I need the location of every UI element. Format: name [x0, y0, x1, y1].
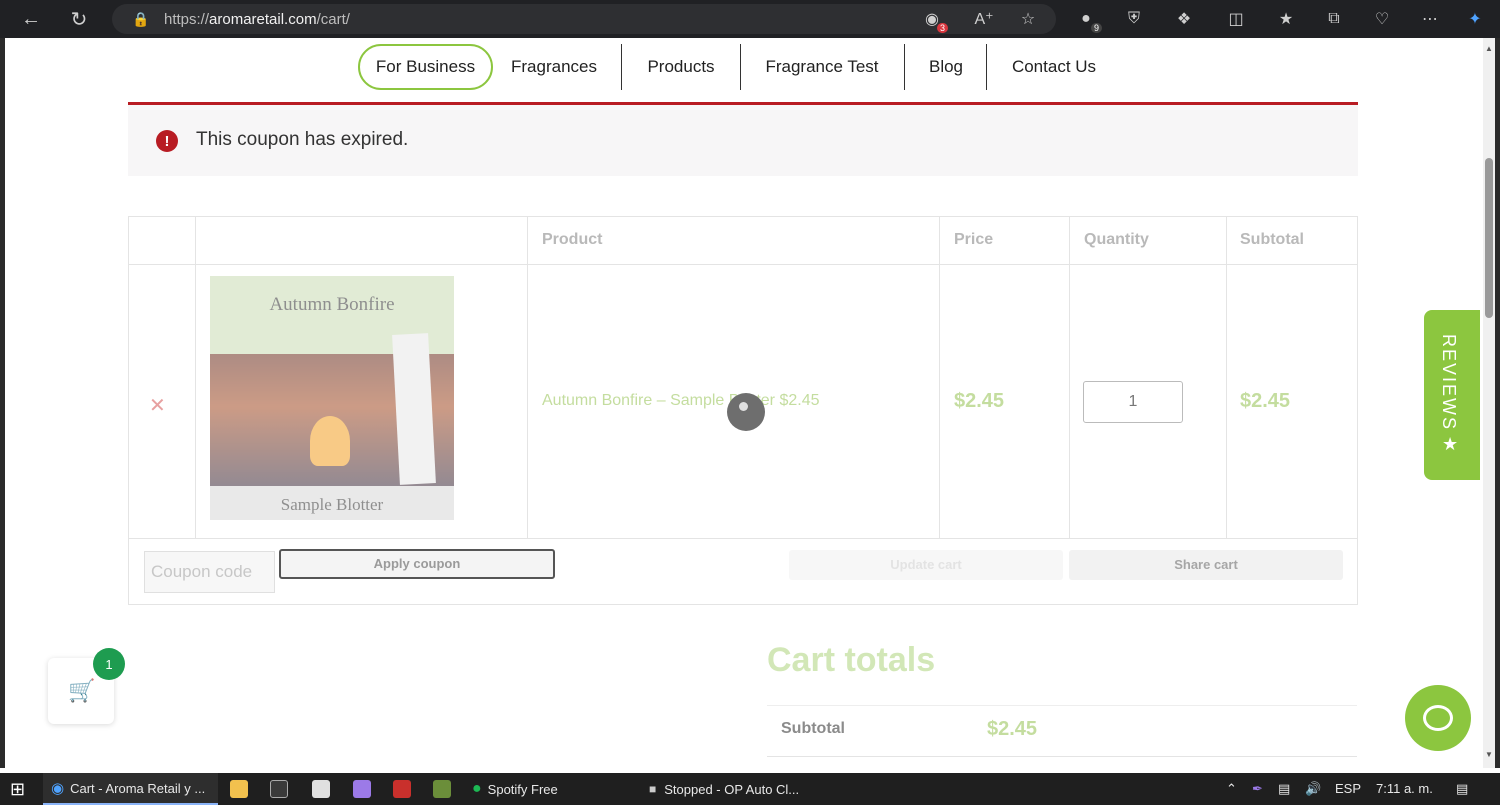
nav-blog[interactable]: Blog: [913, 44, 979, 90]
adblock-icon[interactable]: ● 9: [1074, 7, 1102, 33]
windows-start-icon[interactable]: ⊞: [10, 773, 32, 805]
favorite-star-icon[interactable]: ☆: [1016, 7, 1040, 31]
quantity-input[interactable]: 1: [1083, 381, 1183, 423]
store-icon[interactable]: [270, 780, 288, 798]
nav-divider: [904, 44, 905, 90]
url-text: https://aromaretail.com/cart/: [164, 11, 350, 28]
language-indicator[interactable]: ESP: [1335, 781, 1361, 796]
header-price: Price: [954, 231, 994, 248]
nav-for-business[interactable]: For Business: [358, 44, 493, 90]
reviews-label: REVIEWS: [1439, 334, 1459, 432]
nav-divider: [740, 44, 741, 90]
scrollbar-thumb[interactable]: [1485, 158, 1493, 318]
shield-icon[interactable]: ⛨: [1122, 7, 1146, 31]
taskbar-edge-window[interactable]: ◉ Cart - Aroma Retail y ...: [43, 773, 218, 805]
favorites-icon[interactable]: ★: [1274, 7, 1298, 31]
tray-chevron-icon[interactable]: ⌃: [1226, 781, 1237, 797]
mail-icon[interactable]: [312, 780, 330, 798]
apply-coupon-button[interactable]: Apply coupon: [279, 549, 555, 579]
share-cart-button[interactable]: Share cart: [1069, 550, 1343, 580]
nav-fragrance-test[interactable]: Fragrance Test: [749, 44, 895, 90]
read-aloud-icon[interactable]: A⁺: [972, 7, 996, 31]
taskbar-spotify[interactable]: ● Spotify Free: [470, 773, 630, 805]
product-thumbnail[interactable]: Autumn Bonfire Sample Blotter: [210, 276, 454, 520]
reviews-tab[interactable]: REVIEWS ★: [1424, 310, 1480, 480]
file-explorer-icon[interactable]: [230, 780, 248, 798]
address-bar[interactable]: 🔒 https://aromaretail.com/cart/: [112, 4, 1056, 34]
browser-toolbar: ← ↻ 🔒 https://aromaretail.com/cart/ ◉ 3 A…: [0, 0, 1500, 38]
back-icon[interactable]: ←: [18, 6, 44, 32]
notifications-icon[interactable]: ▤: [1456, 781, 1468, 797]
cart-totals-table: Subtotal $2.45: [767, 705, 1357, 757]
basket-icon: 🛒: [68, 678, 96, 703]
nav-products[interactable]: Products: [629, 44, 733, 90]
lock-icon: 🔒: [132, 11, 150, 27]
cart-count-badge: 1: [93, 648, 125, 680]
edge-icon: ◉: [51, 780, 65, 797]
update-cart-button[interactable]: Update cart: [789, 550, 1063, 580]
loading-spinner: [727, 393, 765, 431]
vpn-app-icon[interactable]: [393, 780, 411, 798]
main-navigation: For Business Fragrances Products Fragran…: [5, 38, 1483, 98]
thumbnail-title: Autumn Bonfire: [269, 294, 395, 315]
remove-item-icon[interactable]: ✕: [149, 393, 166, 418]
windows-taskbar: ⊞ ◉ Cart - Aroma Retail y ... ● Spotify …: [0, 773, 1500, 805]
browser-essentials-icon[interactable]: ♡: [1370, 7, 1394, 31]
star-icon: ★: [1442, 434, 1459, 454]
page-viewport: For Business Fragrances Products Fragran…: [5, 38, 1483, 768]
cart-table: Product Price Quantity Subtotal ✕ Autumn…: [128, 216, 1358, 605]
header-quantity: Quantity: [1084, 231, 1149, 248]
window-edge: [1495, 38, 1500, 768]
coupon-code-input[interactable]: Coupon code: [144, 551, 275, 593]
item-subtotal: $2.45: [1240, 390, 1291, 412]
volume-icon[interactable]: 🔊: [1305, 781, 1321, 797]
extensions-puzzle-icon[interactable]: ❖: [1172, 7, 1196, 31]
error-message: This coupon has expired.: [196, 129, 409, 150]
spotify-icon: ●: [472, 780, 482, 797]
scroll-down-icon[interactable]: ▼: [1485, 750, 1493, 759]
nav-divider: [986, 44, 987, 90]
floating-cart-button[interactable]: 🛒 1: [48, 648, 125, 724]
error-notice: ! This coupon has expired.: [128, 102, 1358, 176]
network-icon[interactable]: ▤: [1278, 781, 1290, 797]
totals-subtotal-value: $2.45: [987, 718, 1038, 740]
taskbar-autoclicker[interactable]: ■ Stopped - OP Auto Cl...: [645, 773, 830, 805]
autoclicker-icon: ■: [649, 782, 657, 796]
error-icon: !: [156, 130, 178, 152]
scroll-up-icon[interactable]: ▲: [1485, 44, 1493, 53]
cart-totals-heading: Cart totals: [767, 641, 936, 679]
nav-contact-us[interactable]: Contact Us: [995, 44, 1113, 90]
chat-icon: [1423, 705, 1453, 731]
item-price: $2.45: [954, 390, 1005, 412]
product-name-link[interactable]: Autumn Bonfire – Sample Blotter $2.45: [542, 392, 820, 410]
collections-icon[interactable]: ⧉: [1322, 7, 1346, 31]
refresh-icon[interactable]: ↻: [66, 6, 92, 32]
split-screen-icon[interactable]: ◫: [1224, 7, 1248, 31]
nav-fragrances[interactable]: Fragrances: [501, 44, 607, 90]
feather-app-icon[interactable]: [353, 780, 371, 798]
header-product: Product: [542, 231, 603, 248]
clock[interactable]: 7:11 a. m.: [1376, 781, 1433, 796]
minecraft-icon[interactable]: [433, 780, 451, 798]
copilot-icon[interactable]: ✦: [1463, 7, 1487, 31]
extension-icon[interactable]: ◉ 3: [920, 7, 948, 33]
header-subtotal: Subtotal: [1240, 231, 1304, 248]
chat-button[interactable]: [1405, 685, 1471, 751]
nav-divider: [621, 44, 622, 90]
totals-subtotal-label: Subtotal: [781, 720, 845, 737]
thumbnail-subtitle: Sample Blotter: [280, 495, 384, 514]
tray-feather-icon[interactable]: ✒: [1252, 781, 1263, 797]
more-menu-icon[interactable]: ⋯: [1418, 7, 1442, 31]
page-scrollbar[interactable]: ▲ ▼: [1483, 38, 1495, 768]
